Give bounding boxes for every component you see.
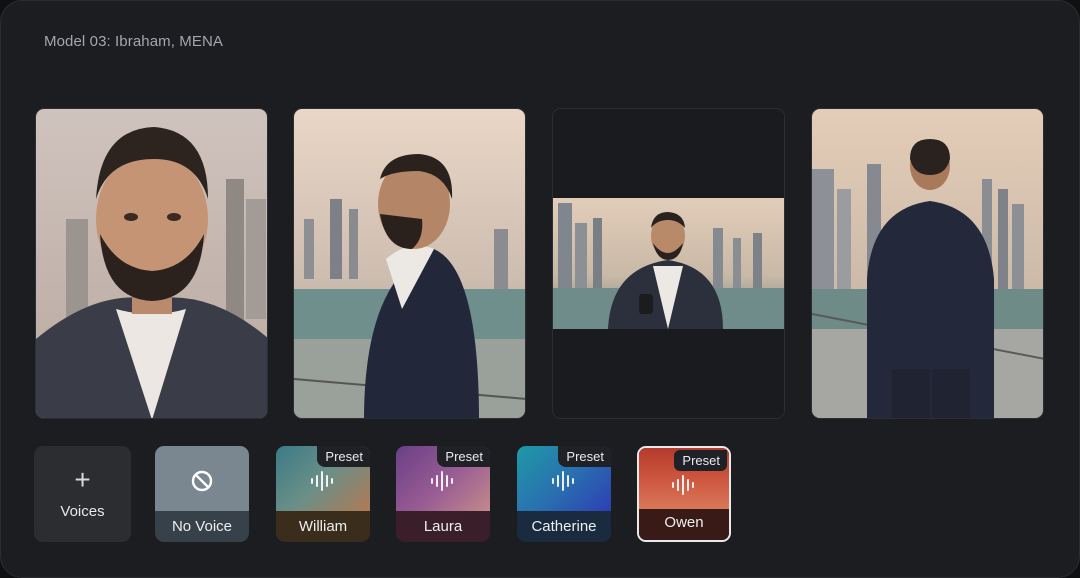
voice-name-label: Catherine: [517, 511, 611, 542]
preset-badge: Preset: [558, 446, 611, 467]
profile-photo-image: [294, 109, 525, 418]
preset-badge: Preset: [317, 446, 370, 467]
preset-badge: Preset: [437, 446, 490, 467]
voice-selection-panel: Model 03: Ibraham, MENA + Voices No Voic…: [0, 0, 1080, 578]
voice-tile-catherine[interactable]: Preset Catherine: [517, 446, 611, 542]
waveform-icon: [639, 474, 729, 496]
no-voice-icon: [155, 470, 249, 492]
preset-badge: Preset: [674, 450, 727, 471]
add-voices-label: Voices: [60, 503, 105, 520]
voice-tile-no-voice[interactable]: No Voice: [155, 446, 249, 542]
waveform-icon: [517, 470, 611, 492]
voice-name-label: Laura: [396, 511, 490, 542]
voice-name-label: Owen: [639, 509, 729, 540]
model-title: Model 03: Ibraham, MENA: [44, 33, 224, 50]
voice-tile-william[interactable]: Preset William: [276, 446, 370, 542]
selfie-photo-image: [553, 109, 784, 418]
add-voices-button[interactable]: + Voices: [34, 446, 131, 542]
voice-tile-laura[interactable]: Preset Laura: [396, 446, 490, 542]
waveform-icon: [276, 470, 370, 492]
voice-tile-owen-selected[interactable]: Preset Owen: [637, 446, 731, 542]
model-photo-selfie[interactable]: [552, 108, 785, 419]
plus-icon: +: [74, 464, 91, 495]
voice-name-label: No Voice: [155, 511, 249, 542]
waveform-icon: [396, 470, 490, 492]
portrait-photo-image: [36, 109, 267, 418]
model-photo-back[interactable]: [811, 108, 1044, 419]
back-view-photo-image: [812, 109, 1043, 418]
voice-name-label: William: [276, 511, 370, 542]
model-photo-profile[interactable]: [293, 108, 526, 419]
model-photo-portrait[interactable]: [35, 108, 268, 419]
